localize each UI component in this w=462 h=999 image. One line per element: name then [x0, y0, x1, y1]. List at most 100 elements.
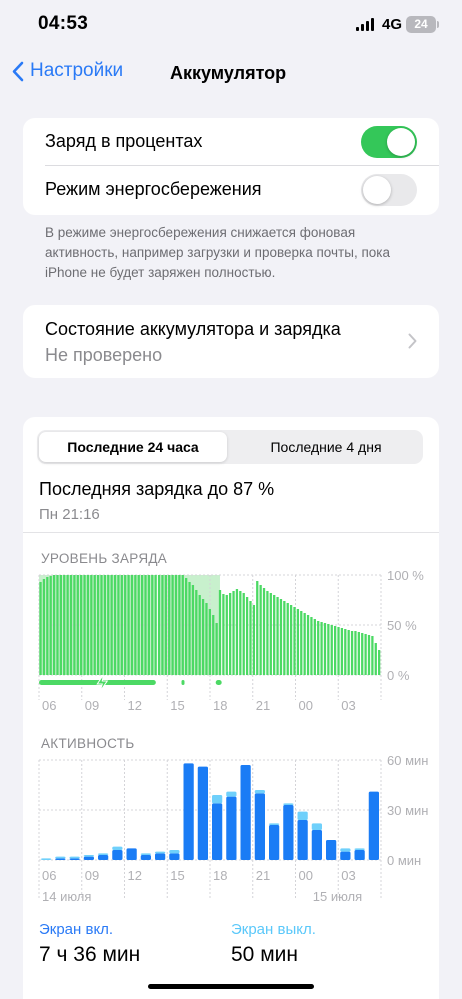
- screen-off-bar: [354, 848, 365, 850]
- battery-level-bar: [76, 575, 79, 675]
- battery-level-bar: [239, 591, 242, 675]
- screen-on-bar: [326, 840, 337, 860]
- screen-on-bar: [155, 853, 166, 860]
- battery-level-bar: [66, 575, 69, 675]
- battery-level-bar: [323, 623, 327, 675]
- x-tick-label: 15: [170, 698, 184, 713]
- battery-level-bar: [330, 625, 333, 675]
- low-power-toggle[interactable]: [361, 174, 417, 206]
- last-charge-text: Последняя зарядка до 87 %: [39, 479, 275, 499]
- battery-level-bar: [317, 621, 320, 675]
- low-power-footnote: В режиме энергосбережения снижается фоно…: [45, 225, 390, 280]
- battery-level-bar: [218, 590, 222, 675]
- x-tick-label: 09: [85, 868, 99, 883]
- battery-level-bar: [273, 595, 276, 675]
- battery-level-bar: [256, 581, 259, 675]
- percent-toggle[interactable]: [361, 126, 417, 158]
- battery-level-bar: [225, 595, 228, 675]
- screen-off-bar: [140, 853, 151, 855]
- battery-level-bar: [73, 575, 76, 675]
- screen-off-bar: [155, 851, 166, 854]
- battery-level-bar: [259, 585, 262, 675]
- back-button[interactable]: Настройки: [12, 60, 123, 82]
- battery-level-bar: [120, 575, 123, 675]
- screen-on-bar: [69, 858, 80, 860]
- battery-level-bar: [124, 575, 127, 675]
- toggle-knob: [363, 176, 391, 204]
- battery-level-bar: [300, 611, 303, 675]
- tab-last-24-hours[interactable]: Последние 24 часа: [39, 432, 227, 462]
- y-tick-label: 100 %: [387, 568, 424, 583]
- battery-level-bar: [181, 575, 184, 675]
- battery-level-chart[interactable]: 100 % 50 % 0 % 06 09 12 15 18 21 00 03: [23, 567, 439, 742]
- screen-on-bar: [283, 805, 294, 860]
- home-indicator: [148, 984, 314, 989]
- battery-level-bar: [188, 582, 191, 675]
- screen-on-bar: [240, 765, 251, 860]
- battery-level-bar: [235, 589, 239, 675]
- battery-level-bar: [171, 575, 174, 675]
- battery-level-bar: [262, 588, 266, 675]
- battery-level-bar: [289, 605, 293, 675]
- battery-level-bar: [232, 591, 235, 675]
- battery-level-bar: [96, 575, 100, 675]
- battery-level-bar: [107, 575, 110, 675]
- status-time: 04:53: [38, 13, 89, 34]
- x-tick-label: 09: [85, 698, 99, 713]
- screen-on-bar: [169, 853, 180, 860]
- activity-chart[interactable]: 60 мин 30 мин 0 мин 06 09 12 15 18 21 00 03 14 июля…: [23, 752, 439, 902]
- last-charge-time: Пн 21:16: [39, 506, 100, 523]
- battery-level-bar: [42, 579, 46, 675]
- battery-level-bar: [137, 575, 140, 675]
- screen-off-bar: [311, 823, 322, 830]
- x-tick-label: 12: [128, 868, 142, 883]
- divider: [23, 532, 439, 533]
- screen-on-bar: [226, 796, 237, 860]
- screen-on-bar: [340, 851, 351, 860]
- y-tick-label: 0 %: [387, 668, 410, 683]
- battery-level-bar: [320, 622, 323, 675]
- battery-level-bar: [310, 617, 313, 675]
- battery-health-row[interactable]: Состояние аккумулятора и зарядка Не пров…: [23, 305, 439, 378]
- battery-level-bar: [140, 575, 144, 675]
- battery-level-bar: [215, 623, 218, 675]
- battery-level-bar: [154, 575, 157, 675]
- battery-level-bar: [229, 593, 232, 675]
- battery-level-bar: [100, 575, 103, 675]
- battery-level-bar: [269, 593, 272, 675]
- battery-level-bar: [374, 643, 377, 675]
- low-power-label: Режим энергосбережения: [45, 179, 262, 199]
- screen-on-bar: [83, 856, 94, 860]
- screen-off-bar: [269, 823, 280, 825]
- screen-on-bar: [183, 763, 194, 860]
- screen-on-bar: [112, 850, 123, 860]
- percent-row: Заряд в процентах: [23, 118, 439, 166]
- x-tick-label: 06: [42, 868, 56, 883]
- battery-level-bar: [93, 575, 96, 675]
- screen-off-bar: [55, 856, 66, 859]
- battery-level-bar: [46, 577, 49, 675]
- cellular-signal-icon: [356, 18, 374, 31]
- battery-level-bar: [161, 575, 164, 675]
- battery-level-bar: [157, 575, 161, 675]
- battery-level-bar: [249, 601, 252, 675]
- x-tick-label: 18: [213, 698, 227, 713]
- screen-on-value: 7 ч 36 мин: [39, 943, 141, 966]
- screen-off-bar: [340, 848, 351, 852]
- battery-level-bar: [147, 575, 151, 675]
- battery-level-bar: [127, 575, 130, 675]
- battery-level-bar: [113, 575, 117, 675]
- battery-level-bar: [151, 575, 154, 675]
- y-tick-label: 0 мин: [387, 853, 421, 868]
- battery-level-bar: [103, 575, 107, 675]
- chevron-right-icon: [408, 333, 417, 349]
- battery-level-bar: [327, 624, 330, 675]
- battery-level-bar: [378, 650, 381, 675]
- battery-level-bar: [134, 575, 137, 675]
- battery-level-title: УРОВЕНЬ ЗАРЯДА: [41, 551, 168, 566]
- battery-level-bar: [252, 605, 256, 675]
- battery-level-bar: [347, 630, 350, 675]
- screen-off-bar: [41, 858, 52, 860]
- screen-off-bar: [254, 790, 265, 794]
- tab-last-4-days[interactable]: Последние 4 дня: [231, 432, 421, 462]
